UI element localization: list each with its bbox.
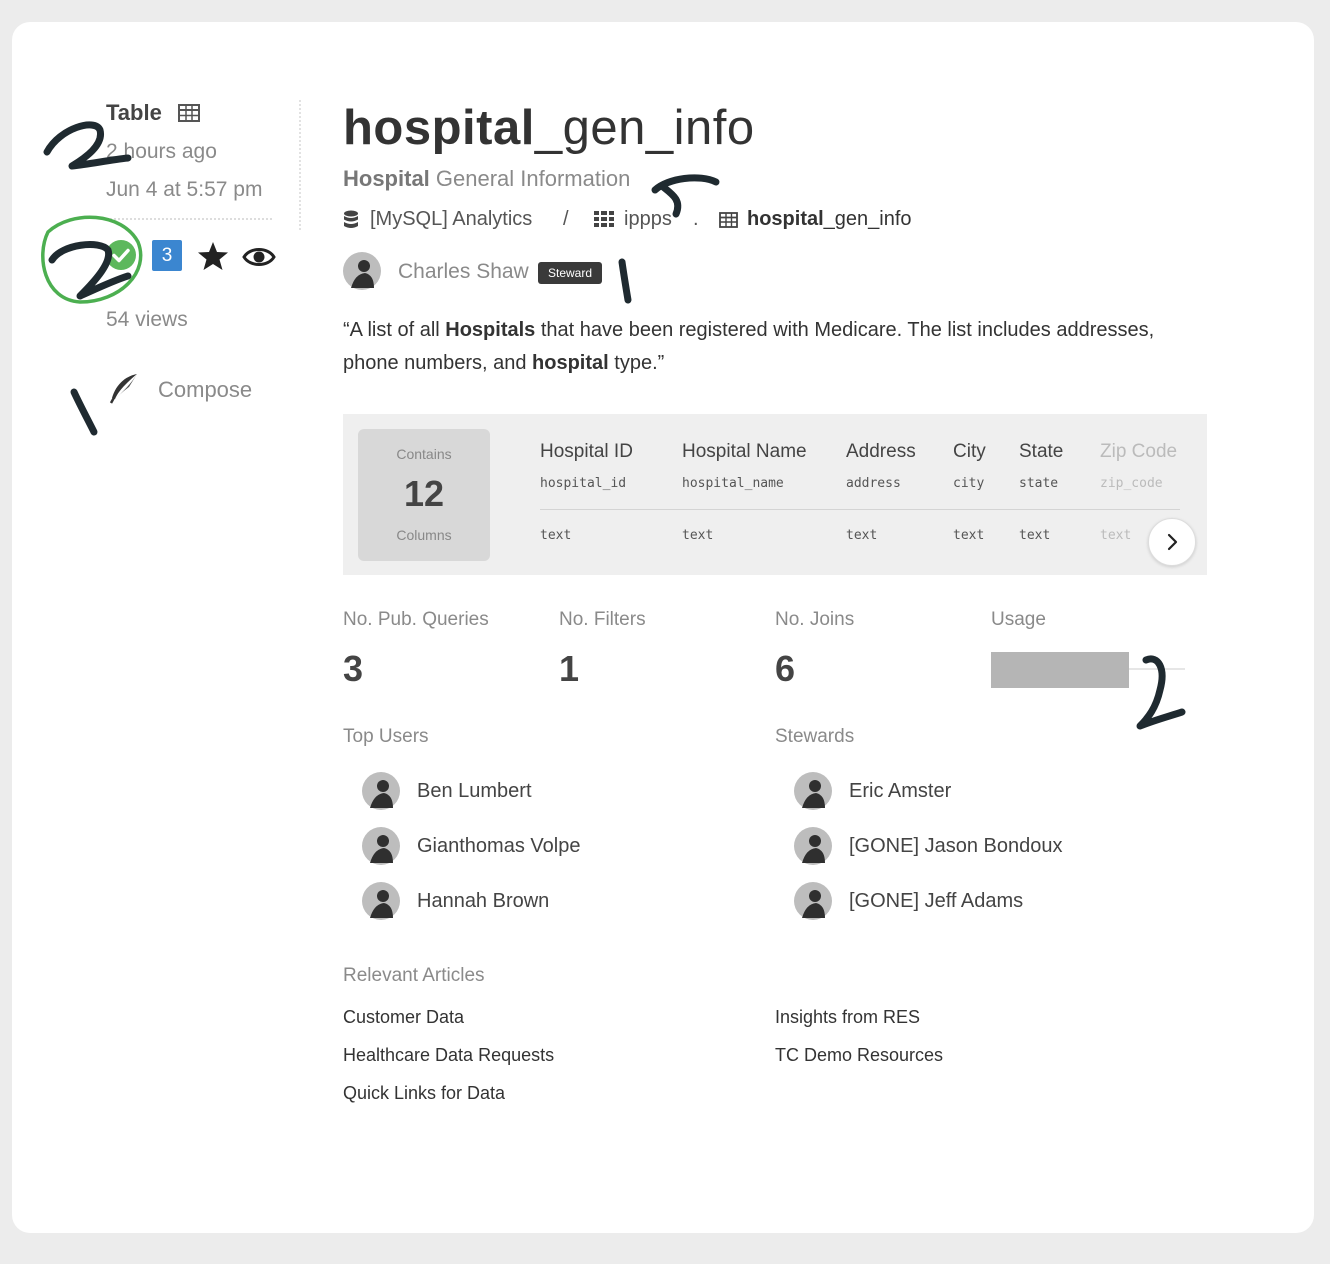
avatar[interactable] [794, 772, 832, 815]
column-title[interactable]: Hospital ID [540, 441, 633, 463]
stat-label: No. Joins [775, 609, 855, 630]
breadcrumb-separator: / [563, 208, 569, 230]
usage-bar [991, 652, 1129, 688]
verified-check-icon[interactable] [106, 240, 136, 270]
column-key: state [1019, 476, 1059, 491]
article-link[interactable]: Healthcare Data Requests [343, 1045, 554, 1066]
main-card [12, 22, 1314, 1233]
sidebar-vertical-divider [299, 100, 301, 230]
top-user-name[interactable]: Ben Lumbert [417, 780, 532, 803]
page-title: hospital_gen_info [343, 101, 755, 155]
chevron-right-icon [1167, 533, 1178, 551]
column-title[interactable]: Zip Code [1100, 441, 1177, 463]
breadcrumb-source[interactable]: [MySQL] Analytics [370, 208, 532, 231]
table-description: “A list of all Hospitals that have been … [343, 319, 1155, 374]
count-badge[interactable]: 3 [152, 240, 182, 271]
avatar[interactable] [343, 252, 381, 295]
column-key: hospital_id [540, 476, 627, 491]
column-type: text [846, 528, 878, 543]
article-link[interactable]: Insights from RES [775, 1007, 920, 1028]
stewards-heading: Stewards [775, 726, 855, 747]
article-link[interactable]: Customer Data [343, 1007, 464, 1028]
database-icon [343, 210, 359, 235]
column-key: hospital_name [682, 476, 784, 491]
stat-value: 3 [343, 648, 364, 689]
usage-label: Usage [991, 609, 1046, 630]
top-users-heading: Top Users [343, 726, 429, 747]
column-title[interactable]: State [1019, 441, 1063, 463]
table-icon [178, 104, 200, 127]
column-count: 12 [403, 473, 445, 514]
compose-link[interactable]: Compose [158, 377, 252, 403]
owner-name[interactable]: Charles Shaw [398, 260, 529, 284]
column-divider [540, 509, 1180, 510]
column-title[interactable]: Hospital Name [682, 441, 807, 463]
column-key: address [846, 476, 901, 491]
avatar[interactable] [794, 827, 832, 870]
column-type: text [682, 528, 714, 543]
avatar[interactable] [362, 882, 400, 925]
article-link[interactable]: Quick Links for Data [343, 1083, 505, 1104]
schema-icon [594, 211, 614, 232]
updated-date: Jun 4 at 5:57 pm [106, 178, 263, 201]
stat-label: No. Filters [559, 609, 646, 630]
updated-time: 2 hours ago [106, 140, 217, 163]
columns-label: Columns [396, 527, 452, 543]
column-key: city [953, 476, 985, 491]
column-type: text [953, 528, 985, 543]
column-count-box[interactable]: Contains 12 Columns [358, 429, 490, 561]
avatar[interactable] [362, 827, 400, 870]
column-type: text [1019, 528, 1051, 543]
view-count: 54 views [106, 308, 188, 331]
avatar[interactable] [362, 772, 400, 815]
stat-value: 6 [775, 648, 796, 689]
top-user-name[interactable]: Gianthomas Volpe [417, 835, 580, 858]
sidebar-divider [106, 218, 272, 220]
column-type: text [1100, 528, 1132, 543]
star-icon[interactable] [197, 240, 229, 277]
contains-label: Contains [396, 446, 452, 462]
quill-icon[interactable] [106, 372, 140, 411]
steward-name[interactable]: [GONE] Jeff Adams [849, 890, 1023, 913]
steward-name[interactable]: [GONE] Jason Bondoux [849, 835, 1062, 858]
column-type: text [540, 528, 572, 543]
object-type-label: Table [106, 100, 162, 125]
breadcrumb-schema[interactable]: ippps [624, 208, 672, 231]
steward-badge: Steward [538, 262, 603, 284]
column-key: zip_code [1100, 476, 1163, 491]
page-subtitle: Hospital General Information [343, 166, 631, 191]
top-user-name[interactable]: Hannah Brown [417, 890, 549, 913]
avatar[interactable] [794, 882, 832, 925]
stat-value: 1 [559, 648, 580, 689]
stat-label: No. Pub. Queries [343, 609, 489, 630]
breadcrumb-table[interactable]: hospital_gen_info [747, 208, 912, 231]
article-link[interactable]: TC Demo Resources [775, 1045, 943, 1066]
column-title[interactable]: Address [846, 441, 916, 463]
table-icon [719, 212, 738, 233]
articles-heading: Relevant Articles [343, 965, 485, 986]
eye-icon[interactable] [242, 245, 276, 274]
next-columns-button[interactable] [1148, 518, 1196, 566]
breadcrumb-dot: . [693, 208, 699, 230]
steward-name[interactable]: Eric Amster [849, 780, 951, 803]
column-title[interactable]: City [953, 441, 986, 463]
